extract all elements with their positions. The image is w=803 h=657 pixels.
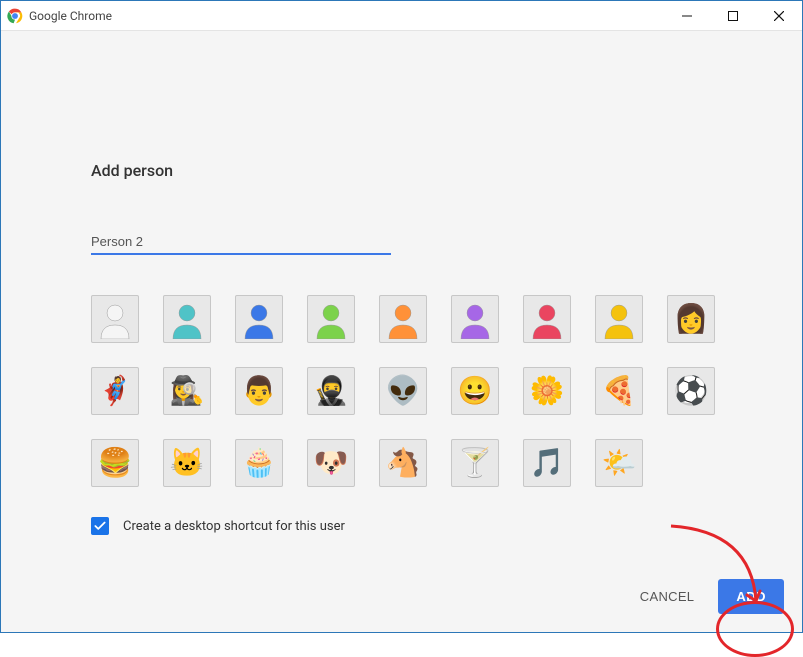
avatar-blue-silhouette[interactable] <box>235 295 283 343</box>
avatar-purple-silhouette[interactable] <box>451 295 499 343</box>
add-button[interactable]: ADD <box>718 579 784 614</box>
avatar-yellow-silhouette[interactable] <box>595 295 643 343</box>
avatar-red-silhouette[interactable] <box>523 295 571 343</box>
dialog-window: Google Chrome Add person 👩 🦸 🕵️‍♀️ 👨 🥷 👽 😀 🌼 🍕 ⚽ 🍔… <box>0 0 803 633</box>
avatar-man[interactable]: 👨 <box>235 367 283 415</box>
avatar-teal-silhouette[interactable] <box>163 295 211 343</box>
avatar-horse[interactable]: 🐴 <box>379 439 427 487</box>
minimize-button[interactable] <box>664 1 710 31</box>
avatar-dog[interactable]: 🐶 <box>307 439 355 487</box>
avatar-orange-silhouette[interactable] <box>379 295 427 343</box>
avatar-female-sunglasses[interactable]: 👩 <box>667 295 715 343</box>
annotation-arrow <box>661 521 791 631</box>
avatar-smiley[interactable]: 😀 <box>451 367 499 415</box>
dialog-content: Add person 👩 🦸 🕵️‍♀️ 👨 🥷 👽 😀 🌼 🍕 ⚽ 🍔 🐱 🧁 🐶 🐴 🍸 🎵 🌤️ Creat… <box>1 31 802 632</box>
avatar-cupcake[interactable]: 🧁 <box>235 439 283 487</box>
avatar-sun-cloud[interactable]: 🌤️ <box>595 439 643 487</box>
avatar-green-silhouette[interactable] <box>307 295 355 343</box>
titlebar: Google Chrome <box>1 1 802 31</box>
avatar-pizza[interactable]: 🍕 <box>595 367 643 415</box>
avatar-grid: 👩 🦸 🕵️‍♀️ 👨 🥷 👽 😀 🌼 🍕 ⚽ 🍔 🐱 🧁 🐶 🐴 🍸 🎵 🌤️ <box>91 295 712 487</box>
cancel-button[interactable]: CANCEL <box>630 581 705 612</box>
avatar-cocktail[interactable]: 🍸 <box>451 439 499 487</box>
desktop-shortcut-checkbox[interactable] <box>91 517 109 535</box>
window-title: Google Chrome <box>29 9 112 23</box>
avatar-alien[interactable]: 👽 <box>379 367 427 415</box>
avatar-default-silhouette[interactable] <box>91 295 139 343</box>
dialog-footer: CANCEL ADD <box>630 579 784 614</box>
avatar-agent-female[interactable]: 🕵️‍♀️ <box>163 367 211 415</box>
maximize-button[interactable] <box>710 1 756 31</box>
chrome-icon <box>7 8 23 24</box>
close-button[interactable] <box>756 1 802 31</box>
avatar-music-note[interactable]: 🎵 <box>523 439 571 487</box>
avatar-cat[interactable]: 🐱 <box>163 439 211 487</box>
avatar-soccer-ball[interactable]: ⚽ <box>667 367 715 415</box>
dialog-heading: Add person <box>91 161 712 180</box>
person-name-input[interactable] <box>91 230 391 255</box>
avatar-flower[interactable]: 🌼 <box>523 367 571 415</box>
avatar-burger[interactable]: 🍔 <box>91 439 139 487</box>
desktop-shortcut-label: Create a desktop shortcut for this user <box>123 519 345 534</box>
avatar-ninja[interactable]: 🥷 <box>307 367 355 415</box>
avatar-hero-male[interactable]: 🦸 <box>91 367 139 415</box>
